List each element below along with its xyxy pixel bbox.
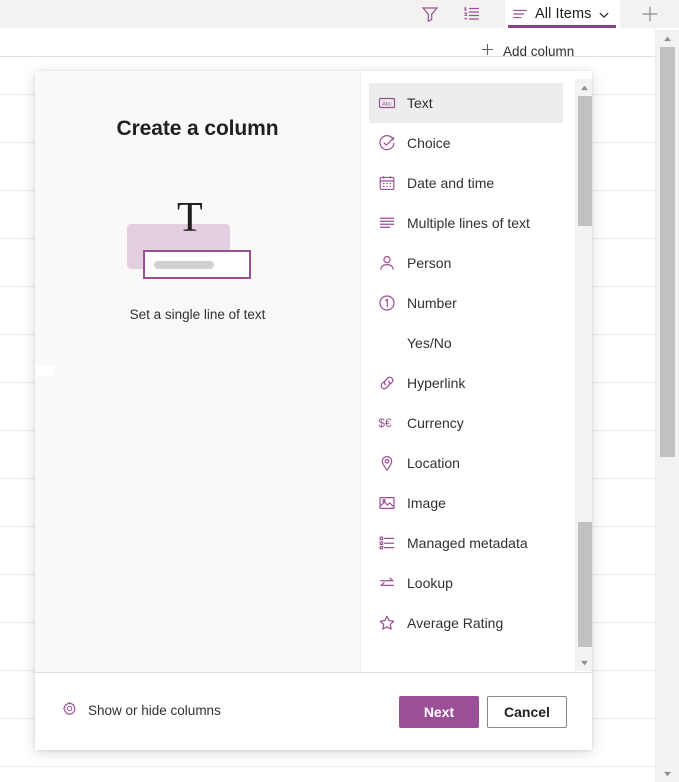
add-column-label: Add column bbox=[503, 43, 575, 59]
link-icon bbox=[378, 374, 396, 392]
list-format-icon[interactable] bbox=[462, 4, 482, 24]
show-or-hide-columns-label: Show or hide columns bbox=[88, 702, 221, 718]
column-type-option-managed-metadata[interactable]: Managed metadata bbox=[369, 523, 563, 563]
tab-active-underline bbox=[508, 25, 616, 28]
tab-all-items-label: All Items bbox=[535, 6, 592, 22]
cancel-button[interactable]: Cancel bbox=[487, 696, 567, 728]
metadata-icon bbox=[378, 534, 396, 552]
dialog-preview-pane: Create a column T Set a single line of t… bbox=[35, 71, 360, 672]
page-title: Create a column bbox=[116, 117, 279, 140]
column-type-caption: Set a single line of text bbox=[129, 307, 266, 322]
column-type-option-hyperlink[interactable]: Hyperlink bbox=[369, 363, 563, 403]
no-icon bbox=[378, 334, 396, 352]
column-type-option-choice[interactable]: Choice bbox=[369, 123, 563, 163]
star-icon bbox=[378, 614, 396, 632]
command-bar-icons bbox=[410, 0, 492, 28]
gear-icon bbox=[61, 700, 78, 720]
column-type-label: Multiple lines of text bbox=[407, 215, 530, 231]
page-scrollbar-thumb[interactable] bbox=[660, 47, 675, 457]
column-type-option-yes-no[interactable]: Yes/No bbox=[369, 323, 563, 363]
column-type-label: Choice bbox=[407, 135, 451, 151]
scroll-down-arrow[interactable] bbox=[576, 654, 592, 671]
illustration-textbox bbox=[143, 250, 251, 279]
person-icon bbox=[378, 254, 396, 272]
scroll-up-arrow[interactable] bbox=[576, 79, 592, 96]
list-scrollbar-thumb-lower[interactable] bbox=[578, 522, 592, 647]
column-type-option-location[interactable]: Location bbox=[369, 443, 563, 483]
column-type-label: Text bbox=[407, 95, 433, 111]
column-type-label: Lookup bbox=[407, 575, 453, 591]
view-lines-icon bbox=[511, 5, 529, 23]
column-type-option-lookup[interactable]: Lookup bbox=[369, 563, 563, 603]
column-type-label: Yes/No bbox=[407, 335, 452, 351]
next-button[interactable]: Next bbox=[399, 696, 479, 728]
column-type-illustration: T bbox=[127, 197, 272, 287]
column-type-label: Number bbox=[407, 295, 457, 311]
currency-icon: $€ bbox=[378, 414, 396, 432]
column-type-list-pane: Abc Text Choice Date and time Multiple lines… bbox=[361, 71, 592, 672]
image-icon bbox=[378, 494, 396, 512]
column-type-list-scrollbar[interactable] bbox=[575, 79, 592, 671]
column-type-option-person[interactable]: Person bbox=[369, 243, 563, 283]
illustration-text-pill bbox=[154, 261, 214, 269]
dialog-body: Create a column T Set a single line of t… bbox=[35, 71, 592, 672]
svg-text:Abc: Abc bbox=[382, 102, 392, 108]
check-circle-icon bbox=[378, 134, 396, 152]
show-or-hide-columns-link[interactable]: Show or hide columns bbox=[61, 700, 221, 720]
column-type-label: Date and time bbox=[407, 175, 495, 191]
number-circle-icon bbox=[378, 294, 396, 312]
column-type-label: Person bbox=[407, 255, 452, 271]
add-view-button[interactable] bbox=[628, 0, 672, 28]
paragraph-lines-icon bbox=[378, 214, 396, 232]
scroll-down-arrow[interactable] bbox=[656, 765, 679, 782]
lookup-arrows-icon bbox=[378, 574, 396, 592]
row-notch bbox=[35, 366, 55, 376]
scroll-up-arrow[interactable] bbox=[656, 30, 679, 47]
add-column-button[interactable]: Add column bbox=[480, 42, 574, 60]
column-type-option-image[interactable]: Image bbox=[369, 483, 563, 523]
column-type-option-multiple-lines-of-text[interactable]: Multiple lines of text bbox=[369, 203, 563, 243]
page-scrollbar[interactable] bbox=[655, 30, 679, 782]
column-type-label: Hyperlink bbox=[407, 375, 466, 391]
tab-all-items[interactable]: All Items bbox=[505, 0, 620, 28]
filter-icon[interactable] bbox=[420, 4, 440, 24]
column-type-label: Currency bbox=[407, 415, 464, 431]
column-type-label: Managed metadata bbox=[407, 535, 528, 551]
abc-box-icon: Abc bbox=[378, 94, 396, 112]
list-row-divider bbox=[0, 766, 655, 767]
chevron-down-icon[interactable] bbox=[598, 8, 610, 20]
list-scrollbar-thumb[interactable] bbox=[578, 96, 592, 226]
location-pin-icon bbox=[378, 454, 396, 472]
create-column-dialog: Create a column T Set a single line of t… bbox=[35, 71, 592, 750]
column-type-option-text[interactable]: Abc Text bbox=[369, 83, 563, 123]
dialog-footer: Show or hide columns Next Cancel bbox=[35, 672, 592, 750]
illustration-glyph: T bbox=[177, 195, 203, 241]
column-type-option-average-rating[interactable]: Average Rating bbox=[369, 603, 563, 643]
column-type-list: Abc Text Choice Date and time Multiple lines… bbox=[361, 83, 571, 643]
column-type-option-date-and-time[interactable]: Date and time bbox=[369, 163, 563, 203]
column-type-label: Image bbox=[407, 495, 446, 511]
plus-icon bbox=[480, 42, 495, 60]
svg-text:$€: $€ bbox=[378, 416, 392, 430]
calendar-icon bbox=[378, 174, 396, 192]
column-type-label: Average Rating bbox=[407, 615, 504, 631]
column-type-option-number[interactable]: Number bbox=[369, 283, 563, 323]
column-type-label: Location bbox=[407, 455, 460, 471]
column-type-option-currency[interactable]: $€ Currency bbox=[369, 403, 563, 443]
